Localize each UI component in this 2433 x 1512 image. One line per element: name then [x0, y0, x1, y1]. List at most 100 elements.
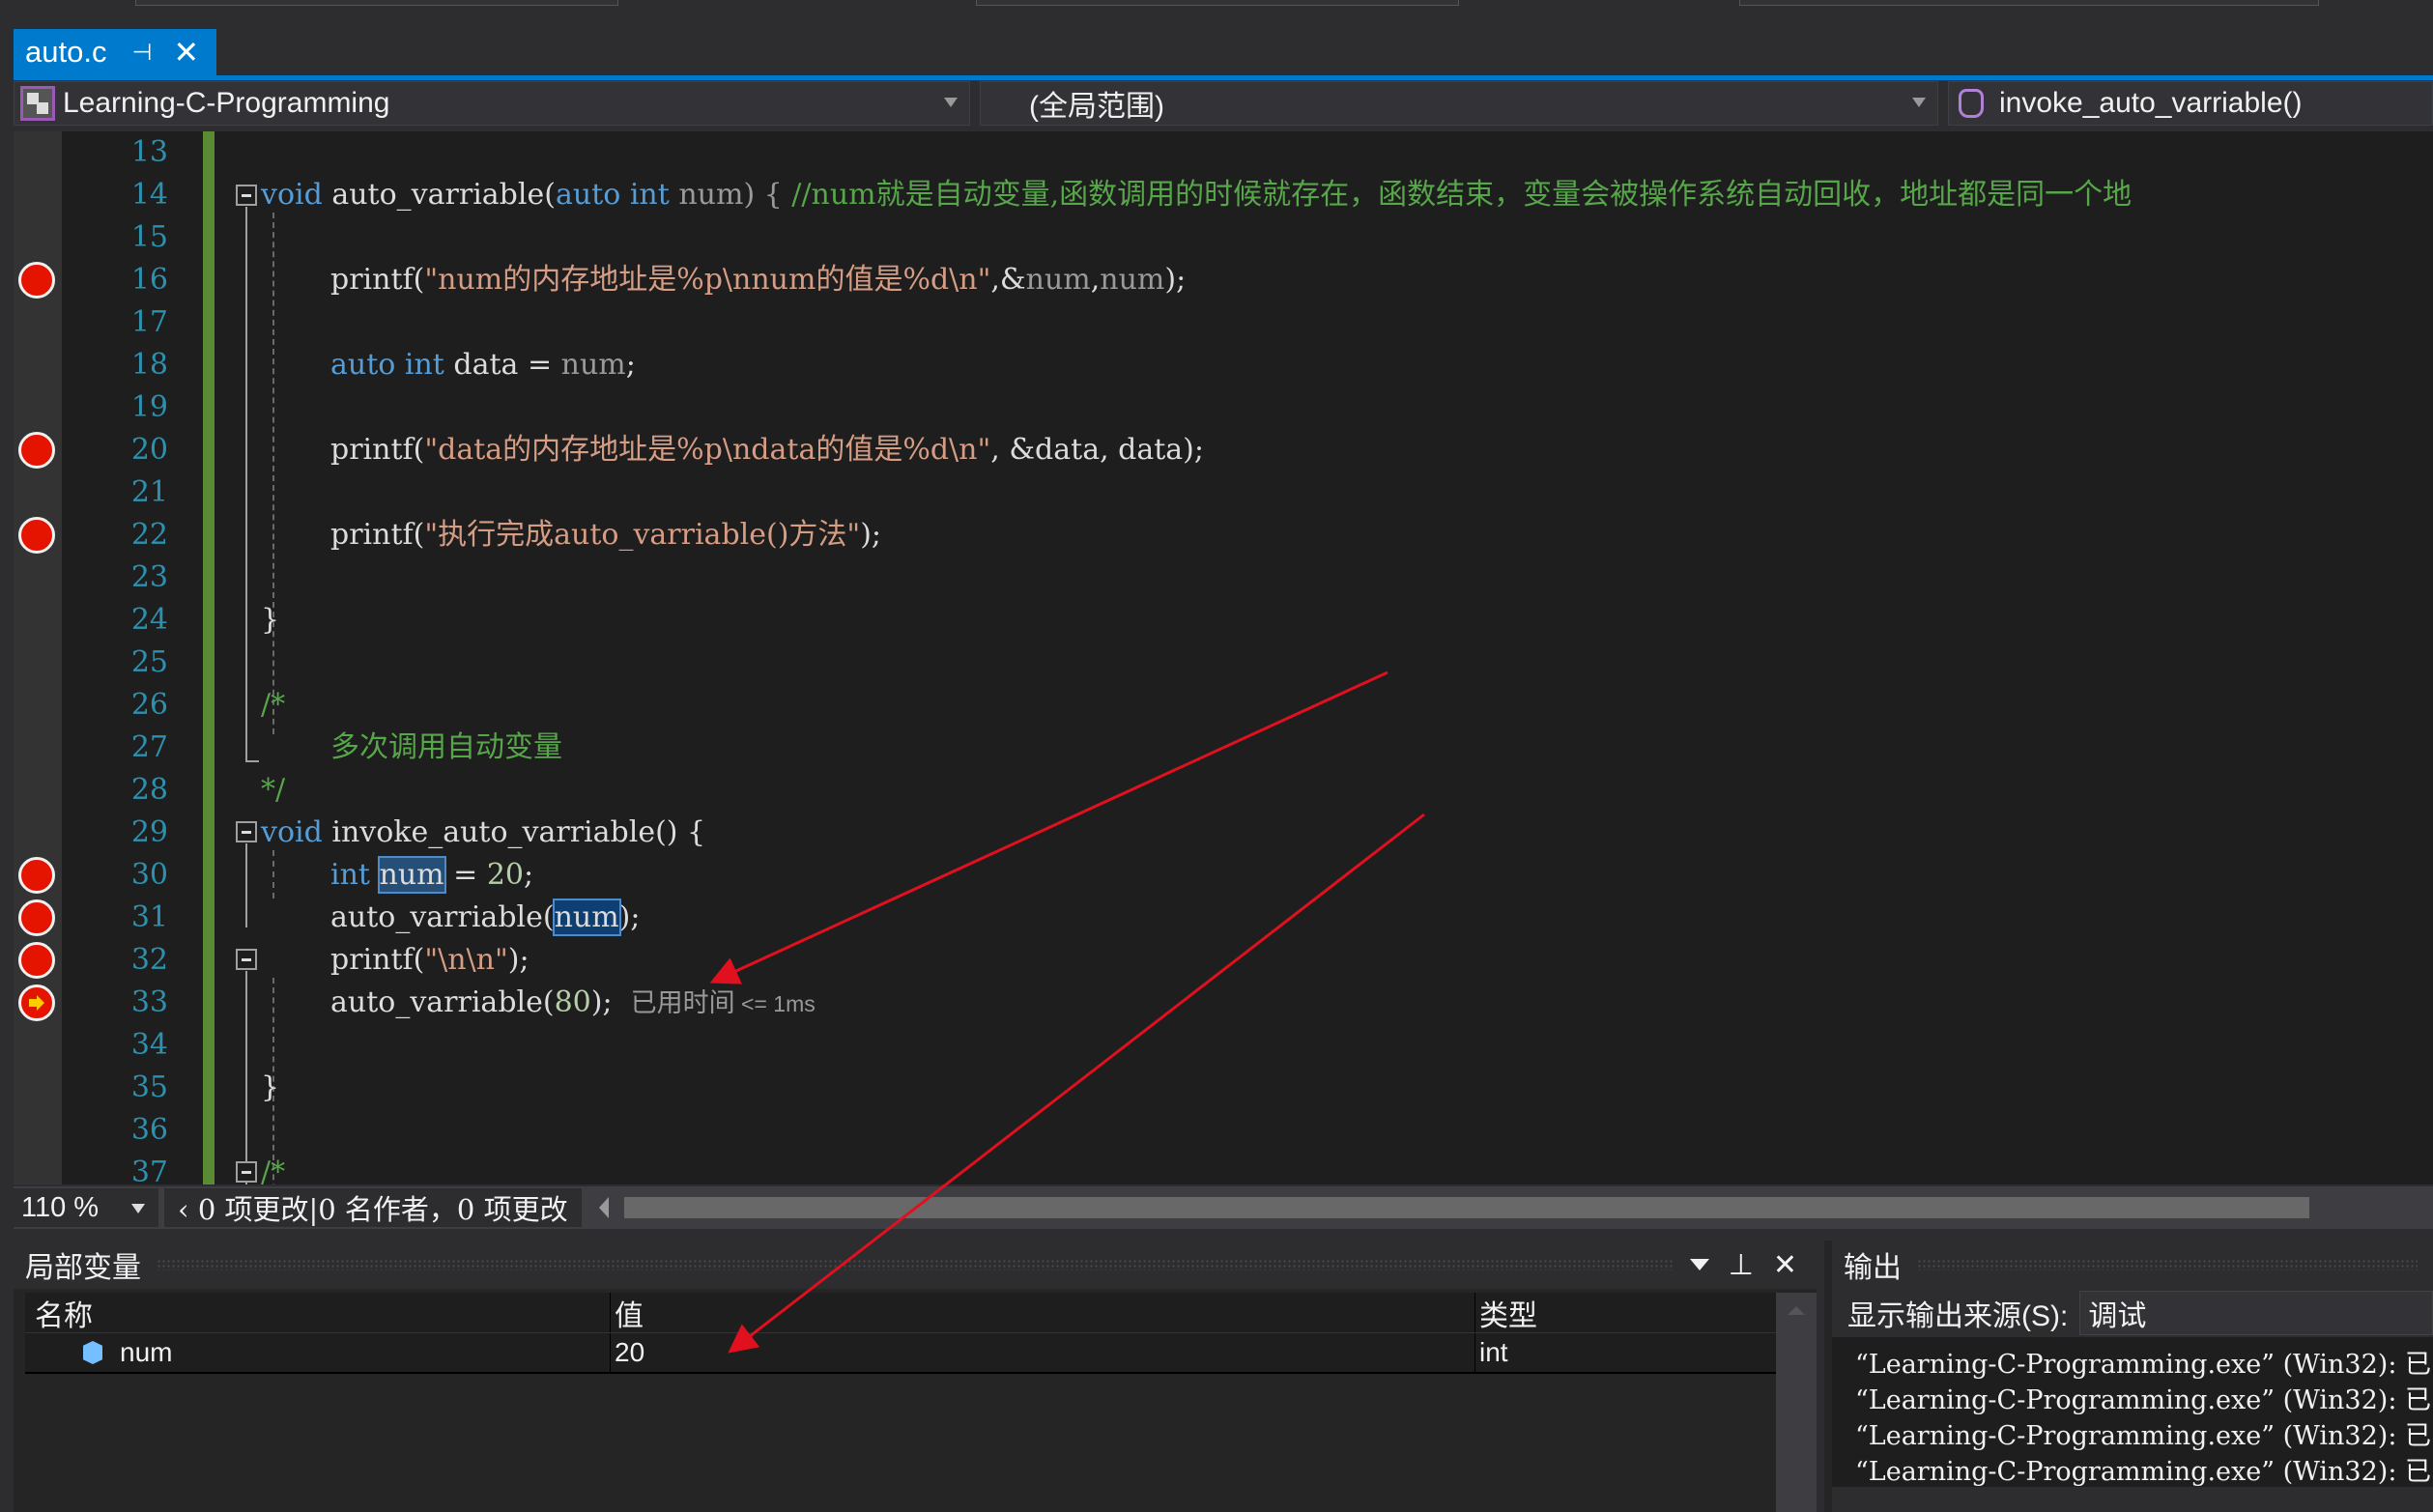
line-number: 32	[130, 943, 168, 977]
code-line-37: /*	[261, 1155, 286, 1184]
code-line-32: printf("\n\n");	[330, 943, 530, 977]
line-number: 21	[130, 475, 168, 509]
locals-grid: 名称 值 类型 num 20 int	[25, 1293, 1776, 1374]
indent-guide	[272, 213, 274, 734]
member-dropdown[interactable]: invoke_auto_varriable()	[1948, 81, 2433, 126]
codelens-changes[interactable]: ‹ 0 项更改|0 名作者，0 项更改	[164, 1188, 582, 1227]
code-line-33: auto_varriable(80); 已用时间 <= 1ms	[330, 985, 816, 1019]
current-statement-breakpoint-icon[interactable]	[18, 984, 55, 1021]
member-name: invoke_auto_varriable()	[1999, 87, 2303, 119]
output-line: “Learning-C-Programming.exe” (Win32): 已	[1855, 1385, 2432, 1415]
panel-grip[interactable]	[1917, 1259, 2418, 1270]
pin-icon[interactable]: ⊣	[131, 39, 152, 67]
toolbar-input[interactable]	[135, 0, 618, 6]
line-number: 29	[130, 815, 168, 849]
close-icon[interactable]: ✕	[1773, 1248, 1797, 1282]
breakpoint-icon[interactable]	[18, 899, 55, 936]
code-line-18: auto int data = num;	[330, 348, 636, 382]
fold-toggle-icon[interactable]	[236, 1161, 257, 1183]
line-number: 24	[130, 603, 168, 637]
close-icon[interactable]: ✕	[173, 34, 199, 71]
scroll-left-icon[interactable]	[598, 1197, 609, 1218]
output-line: “Learning-C-Programming.exe” (Win32): 已	[1855, 1457, 2432, 1487]
breakpoint-icon[interactable]	[18, 857, 55, 894]
breakpoint-icon[interactable]	[18, 432, 55, 469]
vertical-scrollbar[interactable]	[1776, 1293, 1817, 1512]
line-number: 14	[130, 178, 168, 212]
toolbar-input[interactable]	[976, 0, 1459, 6]
fold-toggle-icon[interactable]	[236, 949, 257, 970]
zoom-level: 110 %	[21, 1191, 100, 1223]
toolbar-input[interactable]	[1739, 0, 2319, 6]
chevron-down-icon	[1912, 98, 1926, 107]
dropdown-icon[interactable]	[1689, 1259, 1709, 1270]
line-number: 26	[130, 688, 168, 722]
output-panel: 输出 显示输出来源(S): 调试 “Learning-C-Programming…	[1824, 1241, 2433, 1512]
highlighted-reference: num	[377, 856, 446, 894]
document-tab-bar: auto.c ⊣ ✕	[0, 29, 2433, 80]
code-editor[interactable]: 13 14 15 16 17 18 19 20 21 22 23 24 25 26 27 28 29 30 31 32…	[14, 131, 2433, 1184]
line-number: 27	[130, 730, 168, 764]
line-number: 19	[130, 390, 168, 424]
code-line-31: auto_varriable(num);	[330, 899, 641, 936]
output-text[interactable]: “Learning-C-Programming.exe” (Win32): 已 “…	[1832, 1337, 2433, 1487]
fold-toggle-icon[interactable]	[236, 821, 257, 842]
code-line-20: printf("data的内存地址是%p\ndata的值是%d\n", &dat…	[330, 433, 1204, 467]
tab-title: auto.c	[25, 35, 107, 69]
output-line: “Learning-C-Programming.exe” (Win32): 已	[1855, 1421, 2432, 1451]
panel-grip[interactable]	[157, 1259, 1674, 1270]
change-tracking-bar	[203, 131, 215, 1184]
line-number: 35	[130, 1070, 168, 1104]
scope-dropdown[interactable]: (全局范围)	[980, 81, 1938, 126]
line-number: 16	[130, 263, 168, 297]
scroll-up-icon[interactable]	[1788, 1306, 1805, 1315]
scope-guide	[245, 843, 247, 927]
table-row[interactable]: num 20 int	[25, 1333, 1776, 1374]
code-line-26: /*	[261, 688, 286, 722]
breakpoint-icon[interactable]	[18, 517, 55, 554]
column-header-type[interactable]: 类型	[1474, 1293, 1776, 1332]
code-line-16: printf("num的内存地址是%p\nnum的值是%d\n",&num,nu…	[330, 263, 1187, 297]
perf-tip[interactable]: 已用时间 <= 1ms	[631, 988, 816, 1017]
horizontal-scrollbar[interactable]	[623, 1197, 2309, 1218]
code-line-14: void auto_varriable(auto int num) { //nu…	[261, 178, 2132, 212]
line-number: 31	[130, 900, 168, 934]
function-icon	[1959, 89, 1984, 118]
variable-icon	[83, 1341, 102, 1364]
line-number: 30	[130, 858, 168, 892]
zoom-dropdown[interactable]: 110 %	[14, 1188, 158, 1227]
project-name: Learning-C-Programming	[63, 87, 390, 119]
cell-name: num	[25, 1333, 610, 1372]
fold-toggle-icon[interactable]	[236, 185, 257, 206]
variable-name: num	[120, 1337, 173, 1367]
column-header-value[interactable]: 值	[610, 1293, 1474, 1332]
panel-title: 输出	[1844, 1252, 1902, 1284]
scope-guide	[245, 760, 259, 762]
output-source-row: 显示输出来源(S): 调试	[1832, 1289, 2433, 1337]
line-number: 20	[130, 433, 168, 467]
line-number: 18	[130, 348, 168, 382]
line-number: 37	[130, 1155, 168, 1184]
scope-guide	[245, 971, 247, 1184]
output-source-dropdown[interactable]: 调试	[2079, 1291, 2433, 1335]
tab-auto-c[interactable]: auto.c ⊣ ✕	[14, 29, 216, 75]
pin-icon[interactable]: ⊥	[1729, 1248, 1754, 1282]
grid-header: 名称 值 类型	[25, 1293, 1776, 1333]
scope-guide	[245, 207, 247, 762]
tab-underline	[14, 75, 2433, 80]
breakpoint-icon[interactable]	[18, 262, 55, 299]
cell-type: int	[1474, 1333, 1776, 1372]
code-line-29: void invoke_auto_varriable() {	[261, 815, 706, 849]
column-header-name[interactable]: 名称	[25, 1293, 610, 1332]
panel-title: 局部变量	[25, 1252, 141, 1284]
code-line-22: printf("执行完成auto_varriable()方法");	[330, 518, 882, 552]
project-dropdown[interactable]: Learning-C-Programming	[14, 81, 970, 126]
breakpoint-icon[interactable]	[18, 942, 55, 979]
cell-value[interactable]: 20	[610, 1333, 1474, 1372]
output-panel-header: 输出	[1832, 1241, 2433, 1289]
code-line-35: }	[261, 1070, 280, 1104]
project-icon	[20, 86, 55, 121]
indent-guide	[272, 850, 274, 899]
line-number: 13	[130, 135, 168, 169]
line-number: 23	[130, 560, 168, 594]
